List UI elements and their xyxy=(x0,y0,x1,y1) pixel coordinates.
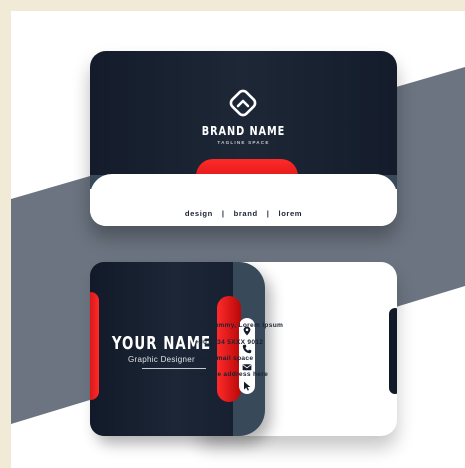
link-design: design xyxy=(184,209,213,218)
front-card-white-panel xyxy=(90,174,397,226)
front-links: design | brand | lorem xyxy=(90,209,397,218)
link-brand: brand xyxy=(233,209,258,218)
contact-phone: +00 1234 5XXX 9012 xyxy=(195,339,264,346)
name-underline xyxy=(142,368,206,369)
link-separator: | xyxy=(266,209,270,218)
back-card-name-panel: YOUR NAME Graphic Designer xyxy=(90,262,265,436)
cursor-icon xyxy=(242,378,252,391)
front-business-card: BRAND NAME TAGLINE SPACE design | brand | lo… xyxy=(90,51,397,226)
design-canvas: BRAND NAME TAGLINE SPACE design | brand | lo… xyxy=(11,11,465,468)
back-card-navy-edge xyxy=(389,308,397,394)
contact-email: your email space xyxy=(195,355,254,362)
contact-address: 123 Dummy, Lorem Ipsum xyxy=(195,322,284,329)
brand-name: BRAND NAME xyxy=(201,123,286,138)
link-separator: | xyxy=(221,209,225,218)
link-lorem: lorem xyxy=(278,209,303,218)
brand-logo-icon xyxy=(229,89,257,117)
tagline: TAGLINE SPACE xyxy=(217,140,270,145)
back-card-red-left-tab xyxy=(90,292,99,400)
back-card-red-right-tab xyxy=(217,296,241,402)
contact-website: website address here xyxy=(195,371,269,378)
